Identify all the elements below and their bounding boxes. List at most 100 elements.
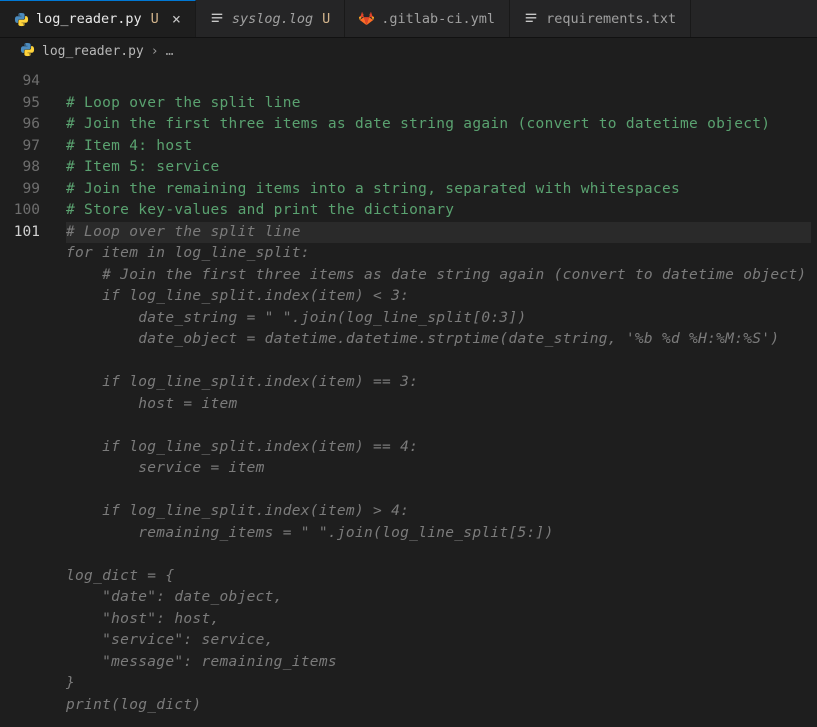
line-number [0, 286, 66, 308]
code-line[interactable]: for item in log_line_split: [66, 243, 811, 265]
python-icon [20, 42, 35, 61]
chevron-right-icon: › [151, 44, 159, 59]
line-number [0, 243, 66, 265]
code-token: if log_line_split.index(item) == 3: [66, 374, 418, 390]
code-token: # Join the remaining items into a string… [66, 181, 680, 197]
code-line[interactable]: # Item 4: host [66, 136, 811, 158]
line-number [0, 566, 66, 588]
code-token: # Loop over the split line [66, 95, 301, 111]
textlines-icon [210, 11, 225, 26]
code-line[interactable]: if log_line_split.index(item) < 3: [66, 286, 811, 308]
code-token: if log_line_split.index(item) == 4: [66, 439, 418, 455]
tab-label: requirements.txt [546, 11, 676, 27]
line-number [0, 652, 66, 674]
code-token: if log_line_split.index(item) < 3: [66, 288, 409, 304]
line-number [0, 265, 66, 287]
code-line[interactable] [66, 415, 811, 437]
code-line[interactable] [66, 71, 811, 93]
line-number: 96 [0, 114, 66, 136]
line-number [0, 329, 66, 351]
code-editor[interactable]: 949596979899100101 # Loop over the split… [0, 65, 817, 727]
code-token: service = item [66, 460, 265, 476]
line-number: 95 [0, 93, 66, 115]
code-line[interactable]: } [66, 673, 811, 695]
line-number [0, 372, 66, 394]
gitlab-icon [359, 11, 374, 26]
code-line[interactable]: date_object = datetime.datetime.strptime… [66, 329, 811, 351]
line-number [0, 437, 66, 459]
code-line[interactable]: # Store key-values and print the diction… [66, 200, 811, 222]
python-icon [14, 12, 29, 27]
code-line[interactable]: # Loop over the split line [66, 93, 811, 115]
code-token: host = item [66, 396, 238, 412]
line-number [0, 501, 66, 523]
code-token: date_string = " ".join(log_line_split[0:… [66, 310, 527, 326]
code-token: # Item 4: host [66, 138, 192, 154]
code-token: "date": date_object, [66, 589, 283, 605]
breadcrumb-file: log_reader.py [42, 44, 144, 59]
code-line[interactable]: # Item 5: service [66, 157, 811, 179]
code-line[interactable] [66, 351, 811, 373]
line-number [0, 480, 66, 502]
line-number [0, 695, 66, 717]
line-number: 101 [0, 222, 66, 244]
tab-label: syslog.log [232, 11, 313, 27]
tab-requirements-txt[interactable]: requirements.txt [510, 0, 691, 37]
line-number [0, 458, 66, 480]
line-number [0, 523, 66, 545]
code-token: remaining_items = " ".join(log_line_spli… [66, 525, 554, 541]
code-token: log_dict = { [66, 568, 174, 584]
line-number: 99 [0, 179, 66, 201]
code-token: # Join the first three items as date str… [66, 267, 806, 283]
code-line[interactable]: if log_line_split.index(item) > 4: [66, 501, 811, 523]
code-token: # Item 5: service [66, 159, 220, 175]
breadcrumb[interactable]: log_reader.py › … [0, 38, 817, 65]
code-token: } [66, 675, 75, 691]
code-line[interactable]: # Join the first three items as date str… [66, 114, 811, 136]
tab-label: .gitlab-ci.yml [381, 11, 495, 27]
tab-syslog-log[interactable]: syslog.log U [196, 0, 345, 37]
code-line[interactable]: if log_line_split.index(item) == 4: [66, 437, 811, 459]
line-number [0, 587, 66, 609]
code-line[interactable]: date_string = " ".join(log_line_split[0:… [66, 308, 811, 330]
code-line[interactable]: remaining_items = " ".join(log_line_spli… [66, 523, 811, 545]
code-line[interactable]: "service": service, [66, 630, 811, 652]
tab-log-reader-py[interactable]: log_reader.pyU× [0, 0, 196, 37]
code-token: for item in log_line_split: [66, 245, 310, 261]
breadcrumb-more[interactable]: … [166, 44, 174, 59]
code-line[interactable]: "message": remaining_items [66, 652, 811, 674]
line-number: 98 [0, 157, 66, 179]
tab--gitlab-ci-yml[interactable]: .gitlab-ci.yml [345, 0, 510, 37]
line-number: 100 [0, 200, 66, 222]
tab-label: log_reader.py [36, 11, 142, 27]
code-line[interactable]: if log_line_split.index(item) == 3: [66, 372, 811, 394]
tab-bar: log_reader.pyU× syslog.log U .gitlab-ci.yml… [0, 0, 817, 38]
line-gutter: 949596979899100101 [0, 65, 66, 727]
line-number [0, 308, 66, 330]
line-number [0, 351, 66, 373]
code-line[interactable]: # Join the first three items as date str… [66, 265, 811, 287]
code-line[interactable]: # Join the remaining items into a string… [66, 179, 811, 201]
code-token: "host": host, [66, 611, 220, 627]
code-token: # Loop over the split line [66, 224, 301, 240]
code-line[interactable]: host = item [66, 394, 811, 416]
code-token: "service": service, [66, 632, 274, 648]
code-line[interactable]: "host": host, [66, 609, 811, 631]
code-area[interactable]: # Loop over the split line # Join the fir… [66, 65, 811, 727]
minimap[interactable] [811, 65, 817, 727]
code-token: # Store key-values and print the diction… [66, 202, 454, 218]
close-icon[interactable]: × [172, 10, 181, 28]
code-line[interactable]: print(log_dict) [66, 695, 811, 717]
code-line[interactable]: log_dict = { [66, 566, 811, 588]
code-line[interactable]: "date": date_object, [66, 587, 811, 609]
line-number [0, 609, 66, 631]
code-line[interactable] [66, 480, 811, 502]
code-token: print(log_dict) [66, 697, 201, 713]
line-number [0, 544, 66, 566]
line-number [0, 394, 66, 416]
dirty-indicator: U [322, 11, 330, 27]
line-number: 97 [0, 136, 66, 158]
code-line[interactable] [66, 544, 811, 566]
code-token: date_object = datetime.datetime.strptime… [66, 331, 779, 347]
code-line[interactable]: service = item [66, 458, 811, 480]
